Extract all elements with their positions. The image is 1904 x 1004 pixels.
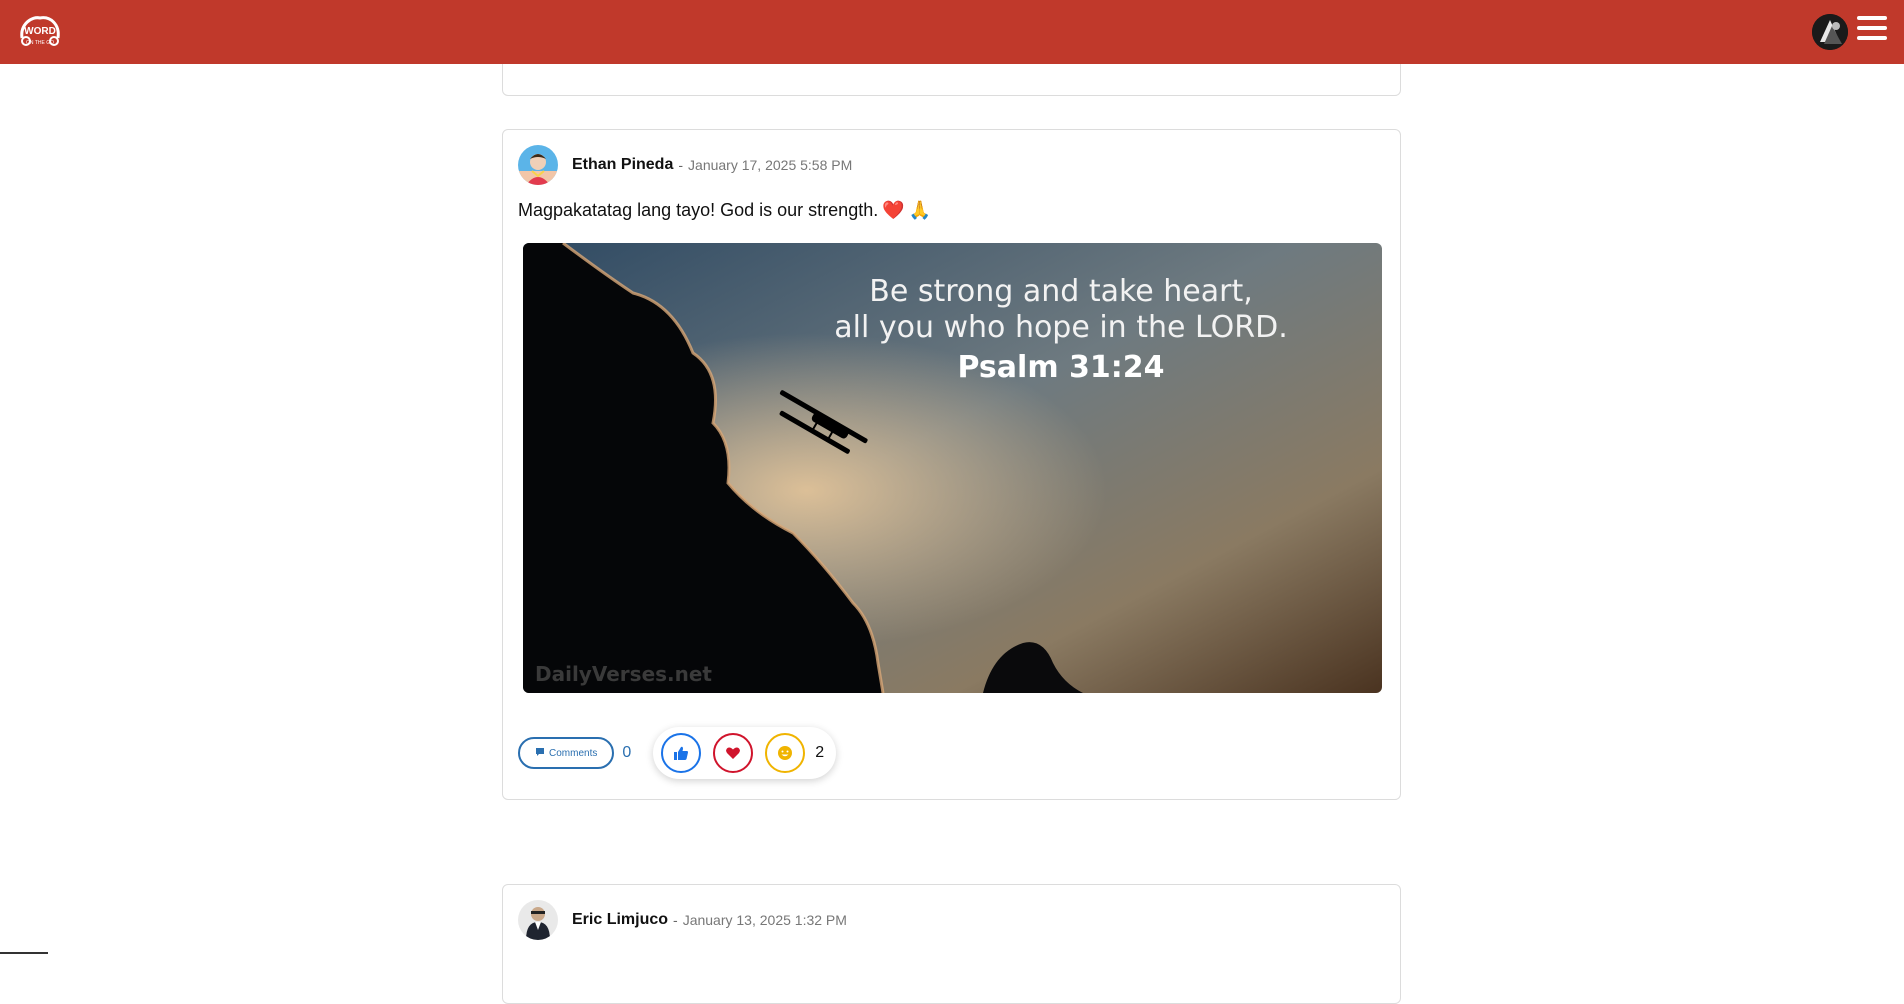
post-header: Ethan Pineda - January 17, 2025 5:58 PM: [518, 145, 852, 185]
verse-line-2: all you who hope in the LORD.: [834, 310, 1288, 345]
post-timestamp: January 13, 2025 1:32 PM: [682, 912, 847, 928]
post-text: Magpakatatag lang tayo! God is our stren…: [518, 200, 879, 220]
verse-line-1: Be strong and take heart,: [869, 274, 1253, 309]
heart-button[interactable]: [713, 733, 754, 773]
heart-icon: [726, 747, 741, 759]
post-body: Magpakatatag lang tayo! God is our stren…: [518, 200, 931, 221]
author-avatar[interactable]: [518, 145, 558, 185]
thumbs-up-icon: [674, 746, 689, 760]
post-card: Ethan Pineda - January 17, 2025 5:58 PM …: [502, 129, 1401, 800]
post-header: Eric Limjuco - January 13, 2025 1:32 PM: [518, 900, 847, 940]
top-nav-bar: WORD ON THE GO: [0, 0, 1904, 64]
post-timestamp: January 17, 2025 5:58 PM: [688, 157, 853, 173]
svg-text:WORD: WORD: [24, 26, 56, 37]
author-avatar[interactable]: [518, 900, 558, 940]
post-card: Eric Limjuco - January 13, 2025 1:32 PM: [502, 884, 1401, 1004]
like-button[interactable]: [661, 733, 702, 773]
comments-label: Comments: [549, 747, 598, 759]
user-avatar-icon[interactable]: [1812, 14, 1848, 50]
post-image[interactable]: Be strong and take heart, all you who ho…: [523, 243, 1382, 693]
hamburger-menu-icon[interactable]: [1857, 16, 1887, 46]
comment-icon: [535, 747, 545, 760]
reactions-count: 2: [815, 744, 825, 761]
author-name[interactable]: Eric Limjuco: [572, 911, 668, 929]
word-on-the-go-logo-icon[interactable]: WORD ON THE GO: [18, 14, 62, 48]
smile-button[interactable]: [765, 733, 806, 773]
smile-icon: [778, 746, 793, 760]
header-separator: -: [673, 912, 678, 928]
header-separator: -: [678, 157, 684, 173]
comments-button[interactable]: Comments: [518, 737, 615, 769]
praying-hands-emoji-icon: 🙏: [908, 200, 932, 220]
post-actions: Comments 0 2: [518, 725, 837, 781]
verse-reference: Psalm 31:24: [957, 350, 1164, 385]
svg-text:ON THE GO: ON THE GO: [26, 40, 54, 46]
comments-count: 0: [622, 744, 632, 761]
reactions-bar: 2: [653, 727, 837, 779]
image-watermark: DailyVerses.net: [535, 662, 712, 686]
heart-emoji-icon: ❤️: [882, 200, 905, 220]
author-name[interactable]: Ethan Pineda: [572, 156, 673, 174]
